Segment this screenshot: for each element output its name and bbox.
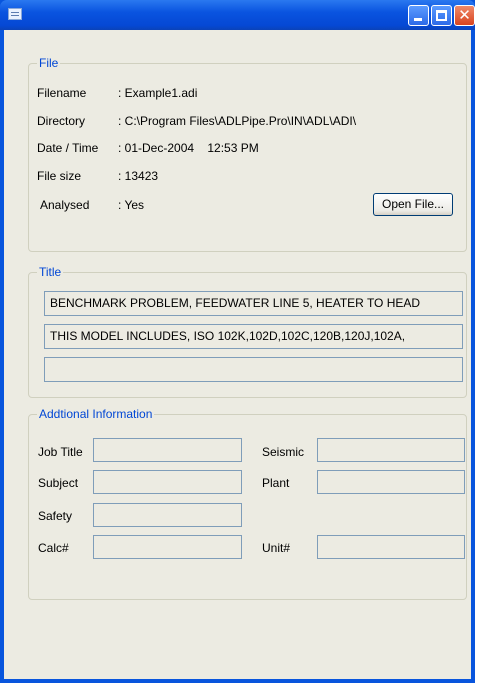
window-bottom-border xyxy=(0,679,475,683)
title-line-3-field[interactable] xyxy=(44,357,463,382)
minimize-button[interactable] xyxy=(408,5,429,26)
calc-label: Calc# xyxy=(38,541,69,555)
filename-value: : Example1.adi xyxy=(118,86,198,100)
seismic-label: Seismic xyxy=(262,445,305,459)
minimize-icon xyxy=(414,18,422,21)
close-button[interactable]: ✕ xyxy=(454,5,475,26)
file-group: File xyxy=(28,56,467,252)
plant-label: Plant xyxy=(262,476,290,490)
directory-label: Directory xyxy=(37,114,86,128)
subject-label: Subject xyxy=(38,476,79,490)
job-title-field[interactable] xyxy=(93,438,242,462)
unit-field[interactable] xyxy=(317,535,465,559)
title-group-legend: Title xyxy=(37,265,64,279)
filename-label: Filename xyxy=(37,86,87,100)
title-line-1-field[interactable]: BENCHMARK PROBLEM, FEEDWATER LINE 5, HEA… xyxy=(44,291,463,316)
dialog-client-area: File Filename : Example1.adi Directory :… xyxy=(4,30,471,679)
directory-value: : C:\Program Files\ADLPipe.Pro\IN\ADL\AD… xyxy=(118,114,357,128)
safety-label: Safety xyxy=(38,509,73,523)
app-window-icon xyxy=(8,8,22,20)
plant-field[interactable] xyxy=(317,470,465,494)
datetime-label: Date / Time xyxy=(37,141,99,155)
close-icon: ✕ xyxy=(458,6,471,24)
file-group-legend: File xyxy=(37,56,61,70)
datetime-value: : 01-Dec-2004 12:53 PM xyxy=(118,141,259,155)
dialog-window: ✕ File Filename : Example1.adi Directory… xyxy=(0,0,475,683)
additional-info-legend: Addtional Information xyxy=(37,407,155,421)
maximize-button[interactable] xyxy=(431,5,452,26)
open-file-button[interactable]: Open File... xyxy=(373,193,453,216)
maximize-icon xyxy=(436,10,447,21)
analysed-value: : Yes xyxy=(118,198,145,212)
filesize-value: : 13423 xyxy=(118,169,159,183)
seismic-field[interactable] xyxy=(317,438,465,462)
calc-field[interactable] xyxy=(93,535,242,559)
unit-label: Unit# xyxy=(262,541,291,555)
title-bar[interactable]: ✕ xyxy=(0,0,475,30)
subject-field[interactable] xyxy=(93,470,242,494)
title-line-2-field[interactable]: THIS MODEL INCLUDES, ISO 102K,102D,102C,… xyxy=(44,324,463,349)
safety-field[interactable] xyxy=(93,503,242,527)
filesize-label: File size xyxy=(37,169,82,183)
job-title-label: Job Title xyxy=(38,445,83,459)
analysed-label: Analysed xyxy=(40,198,90,212)
